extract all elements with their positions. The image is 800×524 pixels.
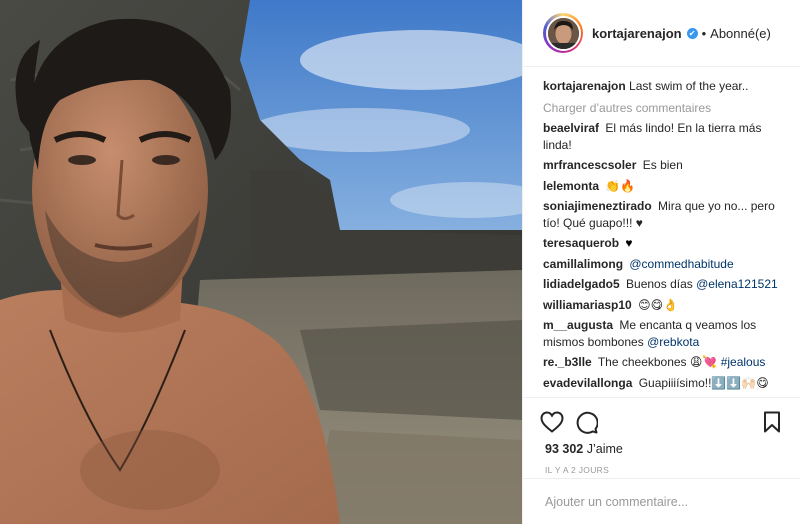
post-actions: 93 302 J’aime IL Y A 2 JOURS <box>523 397 800 475</box>
likes-count[interactable]: 93 302 J’aime <box>539 442 785 456</box>
add-comment-bar <box>523 478 800 524</box>
comment: beaelviraf El más lindo! En la tierra má… <box>543 120 781 153</box>
comment-text: Buenos días <box>626 277 693 291</box>
heart-outline-icon <box>540 411 564 433</box>
comment-username-link[interactable]: mrfrancescsoler <box>543 158 636 172</box>
comment-text: Es bien <box>642 158 683 172</box>
comment-username-link[interactable]: teresaquerob <box>543 236 619 250</box>
comment-button[interactable] <box>573 409 599 435</box>
comment-username-link[interactable]: soniajimeneztirado <box>543 199 652 213</box>
comment-hashtag-link[interactable]: #jealous <box>721 355 766 369</box>
post-caption: kortajarenajon Last swim of the year.. <box>543 77 781 95</box>
comment-text: ♥ <box>625 236 633 250</box>
caption-text: Last swim of the year.. <box>629 79 749 93</box>
comment-username-link[interactable]: re._b3lle <box>543 355 592 369</box>
post-sidebar: kortajarenajon ✔ • Abonné(e) kortajarena… <box>522 0 800 524</box>
verified-badge-icon: ✔ <box>686 27 698 39</box>
post-timestamp[interactable]: IL Y A 2 JOURS <box>539 465 785 475</box>
load-more-comments-button[interactable]: Charger d’autres commentaires <box>543 99 781 117</box>
speech-bubble-icon <box>576 411 598 434</box>
comment: evadevilallonga Guapiiiísimo!!⬇️⬇️🙌🏻😋 <box>543 375 781 392</box>
caption-username-link[interactable]: kortajarenajon <box>543 79 626 93</box>
comment-mention-link[interactable]: @rebkota <box>647 335 699 349</box>
comment: teresaquerob ♥ <box>543 235 781 252</box>
comment-text: 👏🔥 <box>605 178 636 193</box>
comment: camillalimong @commedhabitude <box>543 256 781 273</box>
header-separator: • <box>701 25 707 41</box>
comment: lelemonta 👏🔥 <box>543 178 781 195</box>
likes-number: 93 302 <box>545 442 584 456</box>
comment: soniajimeneztirado Mira que yo no... per… <box>543 198 781 231</box>
like-button[interactable] <box>539 409 565 435</box>
comment-username-link[interactable]: lidiadelgado5 <box>543 277 620 291</box>
comment-mention-link[interactable]: @elena121521 <box>696 277 778 291</box>
comment-username-link[interactable]: williamariasp10 <box>543 298 632 312</box>
bookmark-icon <box>764 411 780 433</box>
comment-username-link[interactable]: beaelviraf <box>543 121 599 135</box>
comments-section[interactable]: kortajarenajon Last swim of the year.. C… <box>523 67 800 397</box>
comment: williamariasp10 😊😋👌 <box>543 297 781 314</box>
post-photo[interactable] <box>0 0 522 524</box>
comment: m__augusta Me encanta q veamos los mismo… <box>543 317 781 350</box>
comment-mention-link[interactable]: @commedhabitude <box>629 257 733 271</box>
comment-username-link[interactable]: m__augusta <box>543 318 613 332</box>
save-button[interactable] <box>759 409 785 435</box>
comment-text: 😊😋👌 <box>638 297 679 312</box>
comment-username-link[interactable]: camillalimong <box>543 257 623 271</box>
add-comment-input[interactable] <box>545 494 775 509</box>
avatar[interactable] <box>545 15 581 51</box>
likes-label: J’aime <box>586 442 623 456</box>
post-header: kortajarenajon ✔ • Abonné(e) <box>523 0 800 67</box>
comment-text: Guapiiiísimo!!⬇️⬇️🙌🏻😋 <box>638 375 769 390</box>
follow-status-button[interactable]: Abonné(e) <box>710 26 771 41</box>
comment: mrfrancescsoler Es bien <box>543 157 781 174</box>
comment-username-link[interactable]: evadevilallonga <box>543 376 632 390</box>
comment-username-link[interactable]: lelemonta <box>543 179 599 193</box>
instagram-post: kortajarenajon ✔ • Abonné(e) kortajarena… <box>0 0 800 524</box>
selfie-image <box>0 0 522 524</box>
comment: lidiadelgado5 Buenos días @elena121521 <box>543 276 781 293</box>
comment: re._b3lle The cheekbones 😩💘 #jealous <box>543 354 781 371</box>
avatar-image <box>547 17 579 49</box>
header-username-link[interactable]: kortajarenajon <box>592 26 682 41</box>
comment-text: The cheekbones 😩💘 <box>597 355 718 369</box>
profile-avatar-ring[interactable] <box>543 13 583 53</box>
